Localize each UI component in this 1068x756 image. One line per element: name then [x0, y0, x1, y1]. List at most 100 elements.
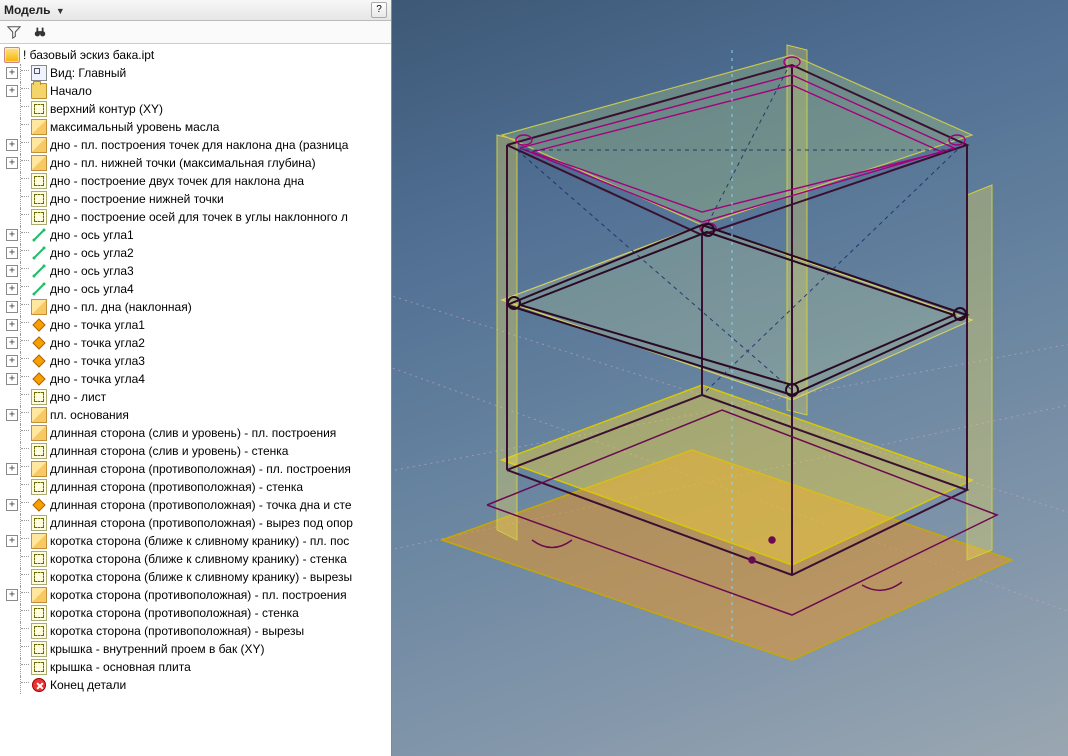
- tree-item[interactable]: +дно - точка угла2: [2, 334, 391, 352]
- tree-item[interactable]: длинная сторона (слив и уровень) - пл. п…: [2, 424, 391, 442]
- tree-item[interactable]: коротка сторона (ближе к сливному краник…: [2, 550, 391, 568]
- tree-item[interactable]: + дно - ось угла4: [2, 280, 391, 298]
- tree-item-label: длинная сторона (слив и уровень) - пл. п…: [50, 426, 336, 440]
- tree-root-label: ! базовый эскиз бака.ipt: [23, 48, 154, 62]
- tree-connector: [20, 226, 29, 244]
- tree-root-row[interactable]: ! базовый эскиз бака.ipt: [2, 46, 391, 64]
- tree-item[interactable]: максимальный уровень масла: [2, 118, 391, 136]
- expand-toggle[interactable]: +: [6, 373, 18, 385]
- tree-item-label: дно - построение осей для точек в углы н…: [50, 210, 348, 224]
- expand-spacer: [6, 571, 18, 583]
- expand-toggle[interactable]: +: [6, 535, 18, 547]
- expand-spacer: [6, 121, 18, 133]
- expand-toggle[interactable]: +: [6, 265, 18, 277]
- expand-toggle[interactable]: +: [6, 301, 18, 313]
- expand-toggle[interactable]: +: [6, 283, 18, 295]
- tree-item[interactable]: + дно - ось угла2: [2, 244, 391, 262]
- tree-item[interactable]: дно - построение осей для точек в углы н…: [2, 208, 391, 226]
- expand-toggle[interactable]: +: [6, 499, 18, 511]
- tree-item[interactable]: + дно - пл. дна (наклонная): [2, 298, 391, 316]
- tree-connector: [20, 550, 29, 568]
- expand-toggle[interactable]: +: [6, 355, 18, 367]
- expand-toggle[interactable]: +: [6, 463, 18, 475]
- expand-toggle[interactable]: +: [6, 229, 18, 241]
- tree-connector: [20, 370, 29, 388]
- tree-item-label: коротка сторона (противоположная) - пл. …: [50, 588, 347, 602]
- tree-item[interactable]: дно - лист: [2, 388, 391, 406]
- tree-item-label: крышка - основная плита: [50, 660, 191, 674]
- tree-item[interactable]: дно - построение нижней точки: [2, 190, 391, 208]
- tree-connector: [20, 298, 29, 316]
- tree-item[interactable]: +коротка сторона (ближе к сливному крани…: [2, 532, 391, 550]
- tree-connector: [20, 532, 29, 550]
- tree-item-label: дно - ось угла2: [50, 246, 134, 260]
- tree-item[interactable]: коротка сторона (ближе к сливному краник…: [2, 568, 391, 586]
- tree-item[interactable]: длинная сторона (противоположная) - выре…: [2, 514, 391, 532]
- expand-spacer: [6, 625, 18, 637]
- feature-tree[interactable]: ! базовый эскиз бака.ipt +Вид: Главный+Н…: [0, 44, 391, 756]
- tree-item[interactable]: крышка - внутренний проем в бак (XY): [2, 640, 391, 658]
- tree-connector: [20, 658, 29, 676]
- tree-item[interactable]: +дно - точка угла3: [2, 352, 391, 370]
- tree-item[interactable]: +дно - точка угла4: [2, 370, 391, 388]
- tree-item-label: длинная сторона (противоположная) - стен…: [50, 480, 303, 494]
- tree-item[interactable]: +пл. основания: [2, 406, 391, 424]
- expand-toggle[interactable]: +: [6, 85, 18, 97]
- tree-connector: [20, 334, 29, 352]
- tree-item-label: дно - ось угла4: [50, 282, 134, 296]
- help-button[interactable]: ?: [371, 2, 387, 18]
- panel-title-text: Модель: [4, 3, 50, 17]
- tree-item[interactable]: Конец детали: [2, 676, 391, 694]
- tree-connector: [20, 208, 29, 226]
- tree-item-label: дно - пл. построения точек для наклона д…: [50, 138, 348, 152]
- tree-connector: [20, 640, 29, 658]
- expand-toggle[interactable]: +: [6, 139, 18, 151]
- find-icon[interactable]: [32, 24, 48, 40]
- tree-item-label: Начало: [50, 84, 92, 98]
- panel-title[interactable]: Модель ▼: [4, 3, 367, 17]
- tree-item[interactable]: длинная сторона (слив и уровень) - стенк…: [2, 442, 391, 460]
- tree-item[interactable]: +дно - точка угла1: [2, 316, 391, 334]
- expand-toggle[interactable]: +: [6, 157, 18, 169]
- tree-item[interactable]: коротка сторона (противоположная) - выре…: [2, 622, 391, 640]
- tree-item[interactable]: + дно - пл. нижней точки (максимальная гл…: [2, 154, 391, 172]
- tree-item-label: дно - ось угла1: [50, 228, 134, 242]
- expand-spacer: [6, 643, 18, 655]
- tree-item[interactable]: + Начало: [2, 82, 391, 100]
- tree-item[interactable]: крышка - основная плита: [2, 658, 391, 676]
- tree-item-label: дно - пл. нижней точки (максимальная глу…: [50, 156, 316, 170]
- tree-item[interactable]: верхний контур (XY): [2, 100, 391, 118]
- tree-item[interactable]: + длинная сторона (противоположная) - точ…: [2, 496, 391, 514]
- tree-item[interactable]: коротка сторона (противоположная) - стен…: [2, 604, 391, 622]
- model-browser-panel: Модель ▼ ? ! базовый эскиз бака.ipt +Вид…: [0, 0, 392, 756]
- tree-item[interactable]: + дно - ось угла1: [2, 226, 391, 244]
- tree-connector: [20, 280, 29, 298]
- expand-toggle[interactable]: +: [6, 409, 18, 421]
- tree-item-label: крышка - внутренний проем в бак (XY): [50, 642, 265, 656]
- tree-item-label: длинная сторона (слив и уровень) - стенк…: [50, 444, 288, 458]
- tree-item[interactable]: длинная сторона (противоположная) - стен…: [2, 478, 391, 496]
- expand-toggle[interactable]: +: [6, 319, 18, 331]
- expand-toggle[interactable]: +: [6, 337, 18, 349]
- filter-icon[interactable]: [6, 24, 22, 40]
- work-plane-icon: [31, 299, 47, 315]
- tree-item[interactable]: + дно - пл. построения точек для наклона …: [2, 136, 391, 154]
- work-plane-icon: [31, 533, 47, 549]
- expand-toggle[interactable]: +: [6, 67, 18, 79]
- tree-item[interactable]: +дно - ось угла3: [2, 262, 391, 280]
- tree-item-label: длинная сторона (противоположная) - точк…: [50, 498, 352, 512]
- expand-toggle[interactable]: +: [6, 247, 18, 259]
- tree-item-label: коротка сторона (ближе к сливному краник…: [50, 570, 352, 584]
- tree-item[interactable]: + коротка сторона (противоположная) - пл.…: [2, 586, 391, 604]
- tree-connector: [20, 118, 29, 136]
- tree-item[interactable]: +длинная сторона (противоположная) - пл.…: [2, 460, 391, 478]
- sketch-icon: [31, 173, 47, 189]
- tree-item[interactable]: +Вид: Главный: [2, 64, 391, 82]
- 3d-viewport[interactable]: [392, 0, 1068, 756]
- sketch-icon: [31, 623, 47, 639]
- tree-item-label: коротка сторона (противоположная) - выре…: [50, 624, 304, 638]
- tree-connector: [20, 82, 29, 100]
- tree-item[interactable]: дно - построение двух точек для наклона …: [2, 172, 391, 190]
- expand-toggle[interactable]: +: [6, 589, 18, 601]
- tree-item-label: дно - пл. дна (наклонная): [50, 300, 192, 314]
